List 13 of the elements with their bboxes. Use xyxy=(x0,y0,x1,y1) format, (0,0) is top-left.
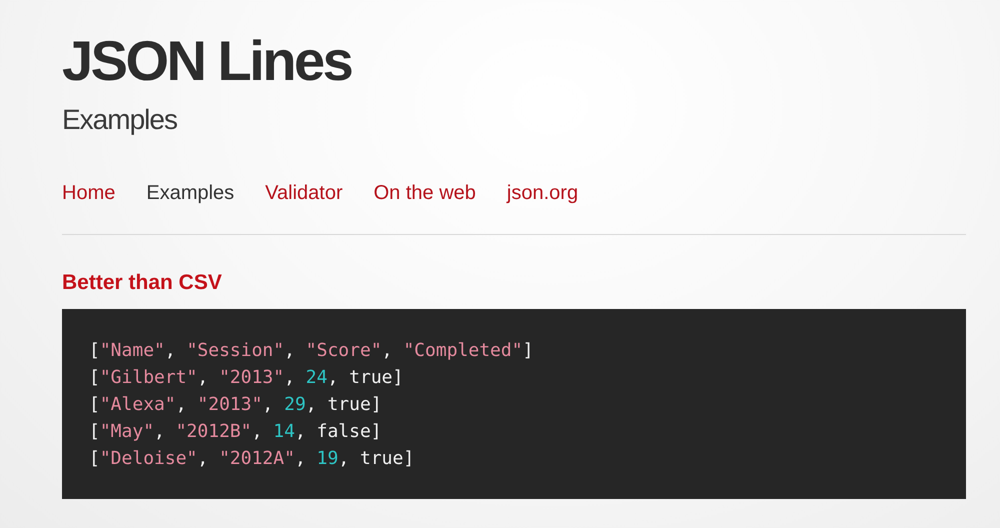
nav-link[interactable]: Home xyxy=(62,182,116,205)
page-subtitle: Examples xyxy=(62,104,178,136)
code-line: ["Gilbert", "2013", 24, true] xyxy=(89,366,404,390)
nav-link[interactable]: Examples xyxy=(146,182,234,205)
code-line: ["Name", "Session", "Score", "Completed"] xyxy=(89,339,534,363)
nav-link[interactable]: On the web xyxy=(374,182,476,205)
code-line: ["Alexa", "2013", 29, true] xyxy=(89,393,383,417)
code-line: ["Deloise", "2012A", 19, true] xyxy=(89,447,416,471)
section-heading: Better than CSV xyxy=(62,271,223,295)
nav-link[interactable]: Validator xyxy=(265,182,343,205)
nav-link[interactable]: json.org xyxy=(506,182,578,205)
code-line: ["May", "2012B", 14, false] xyxy=(89,420,383,444)
site-title: JSON Lines xyxy=(62,30,352,92)
